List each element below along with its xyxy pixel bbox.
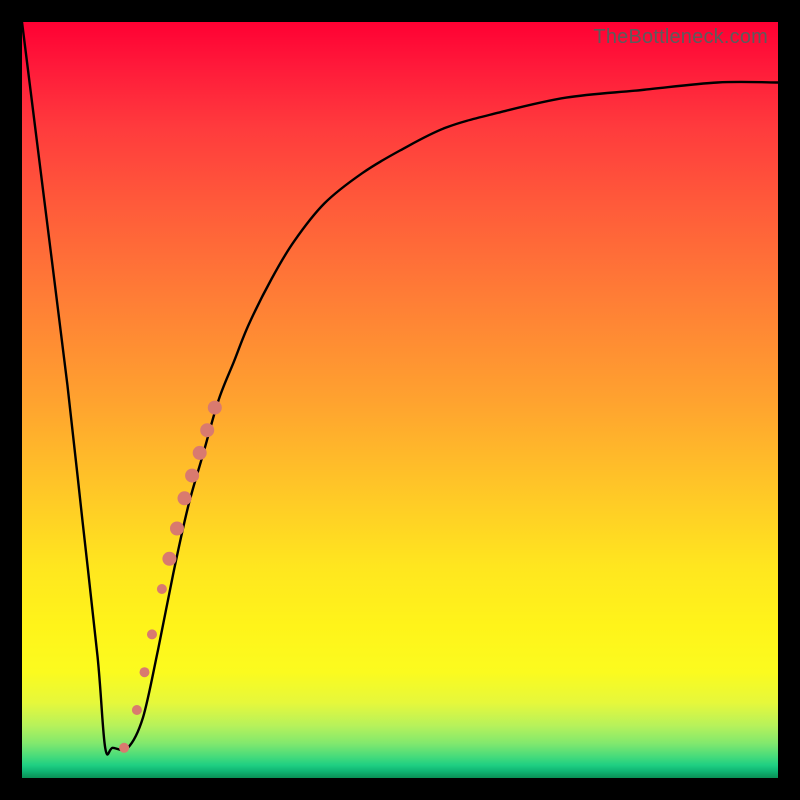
curve-layer <box>22 22 778 778</box>
plot-area: TheBottleneck.com <box>22 22 778 778</box>
marker-group <box>119 401 222 753</box>
marker-cluster-e <box>200 423 214 437</box>
marker-cluster-c <box>185 469 199 483</box>
marker-3 <box>140 667 150 677</box>
marker-2 <box>132 705 142 715</box>
chart-frame: TheBottleneck.com <box>0 0 800 800</box>
marker-cluster-b <box>178 491 192 505</box>
marker-1 <box>119 743 129 753</box>
marker-cluster-end <box>208 401 222 415</box>
marker-cluster-d <box>193 446 207 460</box>
marker-4 <box>147 629 157 639</box>
marker-cluster-a <box>170 522 184 536</box>
marker-cluster-start <box>162 552 176 566</box>
bottleneck-curve <box>22 22 778 755</box>
marker-5 <box>157 584 167 594</box>
